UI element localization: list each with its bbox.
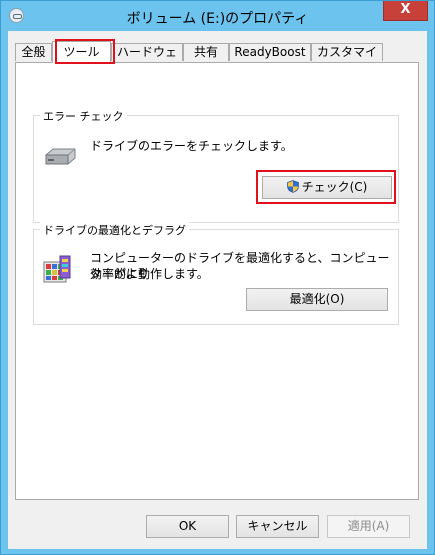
dialog-client: 全般 ツール ハードウェア 共有 ReadyBoost カスタマイズ エラー チ…: [8, 31, 427, 549]
cancel-button[interactable]: キャンセル: [236, 515, 319, 538]
optimize-group: ドライブの最適化とデフラグ コンピューターのドライブを最適化すると、コンピュータ…: [33, 222, 399, 325]
tab-strip: 全般 ツール ハードウェア 共有 ReadyBoost カスタマイズ: [15, 41, 425, 76]
defrag-icon: [43, 255, 71, 283]
properties-window: ボリューム (E:)のプロパティ X 全般 ツール ハードウェア 共有 Read…: [0, 0, 435, 555]
tools-panel: エラー チェック ドライブのエラーをチェックします。 チェック(C) ドライブの…: [15, 62, 419, 500]
optimize-button[interactable]: 最適化(O): [246, 288, 388, 311]
optimize-description-line2: 効率的に動作します。: [90, 267, 209, 281]
error-check-group: エラー チェック ドライブのエラーをチェックします。 チェック(C): [33, 108, 399, 223]
close-button[interactable]: X: [383, 1, 428, 21]
tab-customize[interactable]: カスタマイズ: [311, 43, 383, 76]
tab-sharing[interactable]: 共有: [183, 43, 229, 61]
apply-button[interactable]: 適用(A): [327, 515, 410, 538]
error-check-description: ドライブのエラーをチェックします。: [90, 139, 293, 153]
check-button[interactable]: チェック(C): [262, 176, 392, 199]
tab-readyboost[interactable]: ReadyBoost: [229, 43, 311, 61]
uac-shield-icon: [286, 180, 299, 193]
window-title: ボリューム (E:)のプロパティ: [126, 11, 309, 27]
title-bar[interactable]: ボリューム (E:)のプロパティ X: [1, 1, 434, 31]
check-button-label: チェック(C): [301, 180, 368, 194]
ok-button[interactable]: OK: [146, 515, 229, 538]
tab-general[interactable]: 全般: [15, 43, 52, 61]
optimize-legend: ドライブの最適化とデフラグ: [40, 222, 189, 238]
tab-hardware[interactable]: ハードウェア: [111, 43, 183, 76]
drive-icon: [45, 148, 76, 165]
error-check-legend: エラー チェック: [40, 108, 127, 124]
tab-tools[interactable]: ツール: [52, 41, 111, 63]
